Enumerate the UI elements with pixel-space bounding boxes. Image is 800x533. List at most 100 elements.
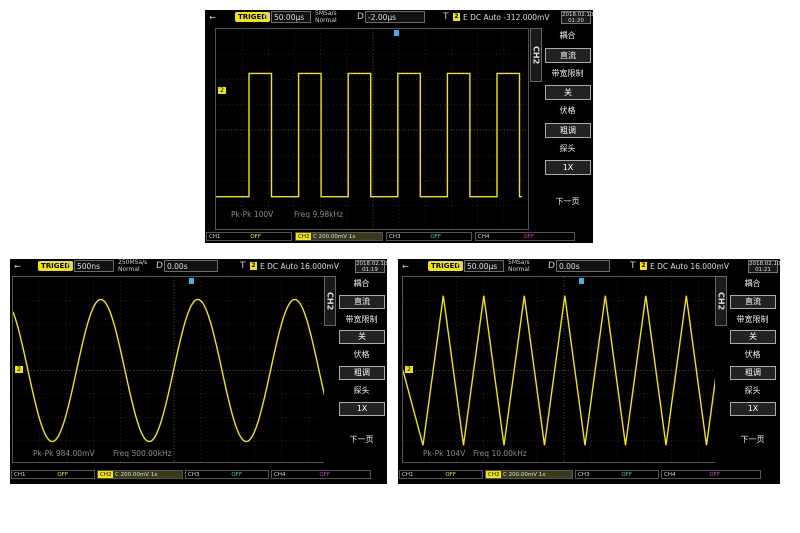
sample-rate: 250MSa/s Normal [118, 259, 148, 273]
delay-label: D [548, 261, 555, 271]
delay-value[interactable]: 0.00s [556, 260, 610, 272]
ch2-ground-marker[interactable]: 2 [218, 87, 226, 94]
channel-bar: CH1 OFF CH2 C 200.00mV 1x CH3 OFF CH4 OFF [10, 469, 387, 481]
ch1-status[interactable]: CH1 OFF [206, 232, 292, 241]
ch4-status[interactable]: CH4 OFF [661, 470, 761, 479]
sample-rate: 5MSa/s Normal [508, 259, 530, 273]
trigger-position-marker[interactable] [189, 278, 194, 284]
next-page-button[interactable]: 下一页 [727, 434, 778, 445]
ch4-status[interactable]: CH4 OFF [271, 470, 371, 479]
date-time: 2018.02.10 01:19 [355, 260, 388, 273]
timebase-label: M [66, 261, 74, 271]
volts-button[interactable]: 粗调 [339, 366, 385, 380]
coupling-title: 耦合 [744, 279, 761, 288]
waveform-graticule [13, 277, 333, 462]
timebase-value[interactable]: 50.00µs [464, 260, 504, 272]
trigger-channel-badge: 2 [250, 262, 257, 270]
waveform-screen[interactable]: 2 Pk-Pk 984.00mV Freq 500.00kHz [12, 276, 334, 463]
delay-label: D [156, 261, 163, 271]
waveform-graticule [403, 277, 723, 462]
ch2-ground-marker[interactable]: 2 [15, 366, 23, 373]
ch2-status[interactable]: CH2 C 200.00mV 1x [485, 470, 573, 479]
probe-button[interactable]: 1X [545, 160, 591, 175]
ch4-status[interactable]: CH4 OFF [475, 232, 575, 241]
measure-freq: Freq 500.00kHz [113, 449, 172, 458]
coupling-button[interactable]: 直流 [339, 295, 385, 309]
trigger-info: E DC Auto 16.000mV [260, 262, 339, 271]
channel-bar: CH1 OFF CH2 C 200.00mV 1x CH3 OFF CH4 OFF [205, 231, 593, 243]
ch2-trace [216, 72, 522, 198]
next-page-button[interactable]: 下一页 [542, 196, 593, 207]
delay-value[interactable]: 0.00s [164, 260, 218, 272]
volts-title: 伏格 [353, 350, 370, 359]
status-bar: ⇜ TRIGED M 50.00µs 5MSa/s Normal D -2.00µ… [205, 10, 594, 26]
probe-button[interactable]: 1X [730, 402, 776, 416]
date-time: 2018.02.10 01:21 [748, 260, 781, 273]
ch2-status[interactable]: CH2 C 200.00mV 1x [97, 470, 183, 479]
delay-value[interactable]: -2.00µs [365, 11, 425, 23]
trigger-channel-badge: 2 [640, 262, 647, 270]
oscilloscope-sine: ⇜ TRIGED M 500ns 250MSa/s Normal D 0.00s … [10, 259, 388, 484]
usb-icon: ⇜ [209, 13, 216, 22]
bandwidth-button[interactable]: 关 [545, 85, 591, 100]
waveform-screen[interactable]: 2 Pk-Pk 100V Freq 9.98kHz [215, 28, 529, 230]
ch1-status[interactable]: CH1 OFF [399, 470, 483, 479]
coupling-title: 耦合 [559, 31, 576, 40]
ch2-status[interactable]: CH2 C 200.00mV 1x [295, 232, 383, 241]
usb-icon: ⇜ [402, 262, 409, 271]
volts-title: 伏格 [559, 106, 576, 115]
measure-freq: Freq 10.00kHz [473, 449, 527, 458]
measure-pkpk: Pk-Pk 104V [423, 449, 466, 458]
oscilloscope-square: ⇜ TRIGED M 50.00µs 5MSa/s Normal D -2.00µ… [205, 10, 594, 243]
measure-freq: Freq 9.98kHz [294, 210, 344, 219]
volts-button[interactable]: 粗调 [545, 123, 591, 138]
menu-channel-tab: CH2 [324, 276, 336, 326]
trigger-position-marker[interactable] [579, 278, 584, 284]
bandwidth-title: 带宽限制 [736, 315, 769, 324]
probe-title: 探头 [559, 144, 576, 153]
bandwidth-button[interactable]: 关 [730, 330, 776, 344]
coupling-button[interactable]: 直流 [730, 295, 776, 309]
status-bar: ⇜ TRIGED M 500ns 250MSa/s Normal D 0.00s … [10, 259, 388, 275]
next-page-button[interactable]: 下一页 [336, 434, 387, 445]
ch2-ground-marker[interactable]: 2 [405, 366, 413, 373]
channel-menu: CH2 耦合 直流 带宽限制 关 伏格 粗调 探头 1X 下一页 [324, 276, 387, 463]
trigger-label: T [443, 12, 449, 22]
timebase-label: M [456, 261, 464, 271]
channel-bar: CH1 OFF CH2 C 200.00mV 1x CH3 OFF CH4 OFF [398, 469, 780, 481]
ch1-status[interactable]: CH1 OFF [11, 470, 95, 479]
oscilloscope-triangle: ⇜ TRIGED M 50.00µs 5MSa/s Normal D 0.00s … [398, 259, 781, 484]
ch3-status[interactable]: CH3 OFF [386, 232, 472, 241]
trigger-info: E DC Auto 16.000mV [650, 262, 729, 271]
delay-label: D [357, 12, 364, 22]
date-time: 2018.02.10 01:20 [561, 11, 594, 24]
channel-menu: CH2 耦合 直流 带宽限制 关 伏格 粗调 探头 1X 下一页 [530, 28, 593, 230]
ch3-status[interactable]: CH3 OFF [575, 470, 659, 479]
timebase-value[interactable]: 50.00µs [271, 11, 311, 23]
timebase-label: M [263, 12, 271, 22]
channel-menu: CH2 耦合 直流 带宽限制 关 伏格 粗调 探头 1X 下一页 [715, 276, 778, 463]
menu-channel-tab: CH2 [530, 28, 542, 82]
bandwidth-title: 带宽限制 [551, 69, 584, 78]
probe-button[interactable]: 1X [339, 402, 385, 416]
trigger-info: E DC Auto -312.000mV [463, 13, 550, 22]
ch3-status[interactable]: CH3 OFF [185, 470, 269, 479]
coupling-title: 耦合 [353, 279, 370, 288]
trigger-label: T [240, 261, 246, 271]
trigger-label: T [630, 261, 636, 271]
measure-pkpk: Pk-Pk 100V [231, 210, 274, 219]
waveform-screen[interactable]: 2 Pk-Pk 104V Freq 10.00kHz [402, 276, 724, 463]
timebase-value[interactable]: 500ns [74, 260, 114, 272]
waveform-graticule [216, 29, 528, 229]
sample-rate: 5MSa/s Normal [315, 10, 337, 24]
bandwidth-title: 带宽限制 [345, 315, 378, 324]
coupling-button[interactable]: 直流 [545, 48, 591, 63]
volts-button[interactable]: 粗调 [730, 366, 776, 380]
probe-title: 探头 [353, 386, 370, 395]
probe-title: 探头 [744, 386, 761, 395]
volts-title: 伏格 [744, 350, 761, 359]
trigger-position-marker[interactable] [394, 30, 399, 36]
bandwidth-button[interactable]: 关 [339, 330, 385, 344]
menu-channel-tab: CH2 [715, 276, 727, 326]
measure-pkpk: Pk-Pk 984.00mV [33, 449, 95, 458]
